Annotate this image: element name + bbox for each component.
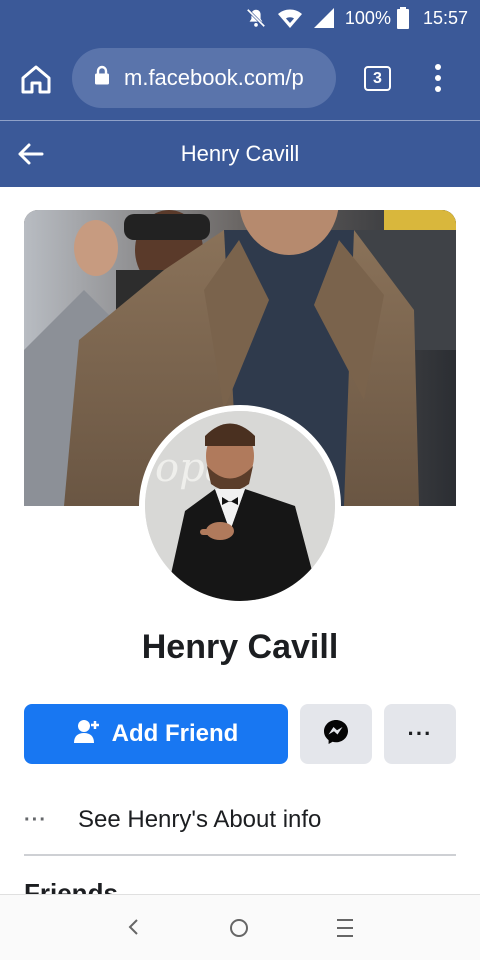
lock-icon xyxy=(94,65,110,91)
add-friend-button[interactable]: Add Friend xyxy=(24,704,288,764)
add-friend-icon xyxy=(73,719,100,750)
message-button[interactable] xyxy=(300,704,372,764)
nav-recents-icon[interactable] xyxy=(337,919,353,937)
tab-count: 3 xyxy=(373,69,382,87)
section-divider xyxy=(24,854,456,856)
battery-percent: 100% xyxy=(344,7,391,28)
browser-toolbar: m.facebook.com/p 3 xyxy=(0,36,480,120)
tab-switcher-button[interactable]: 3 xyxy=(364,66,391,91)
status-bar: 100% 15:57 xyxy=(0,0,480,36)
messenger-icon xyxy=(323,719,349,750)
about-info-label: See Henry's About info xyxy=(78,806,322,833)
page-title: Henry Cavill xyxy=(180,141,300,166)
about-info-link[interactable]: ··· See Henry's About info xyxy=(24,800,456,840)
battery-icon xyxy=(396,7,409,29)
page-header: Henry Cavill xyxy=(0,121,480,187)
signal-icon xyxy=(313,7,335,29)
profile-name: Henry Cavill xyxy=(141,628,339,666)
system-nav-bar xyxy=(0,894,480,960)
more-options-button[interactable]: ··· xyxy=(384,704,456,764)
nav-home-icon[interactable] xyxy=(230,919,248,937)
add-friend-label: Add Friend xyxy=(111,720,239,747)
address-bar[interactable]: m.facebook.com/p xyxy=(72,48,336,108)
mute-icon xyxy=(245,7,267,29)
clock: 15:57 xyxy=(422,7,468,28)
home-icon[interactable] xyxy=(20,64,52,94)
url-text: m.facebook.com/p xyxy=(124,65,304,90)
wifi-icon xyxy=(277,7,303,29)
nav-back-icon[interactable] xyxy=(124,915,144,939)
more-dots-icon: ··· xyxy=(407,721,433,746)
about-dots-icon: ··· xyxy=(24,808,47,831)
overflow-menu-icon[interactable] xyxy=(432,64,444,92)
profile-picture[interactable]: opar xyxy=(139,405,341,607)
